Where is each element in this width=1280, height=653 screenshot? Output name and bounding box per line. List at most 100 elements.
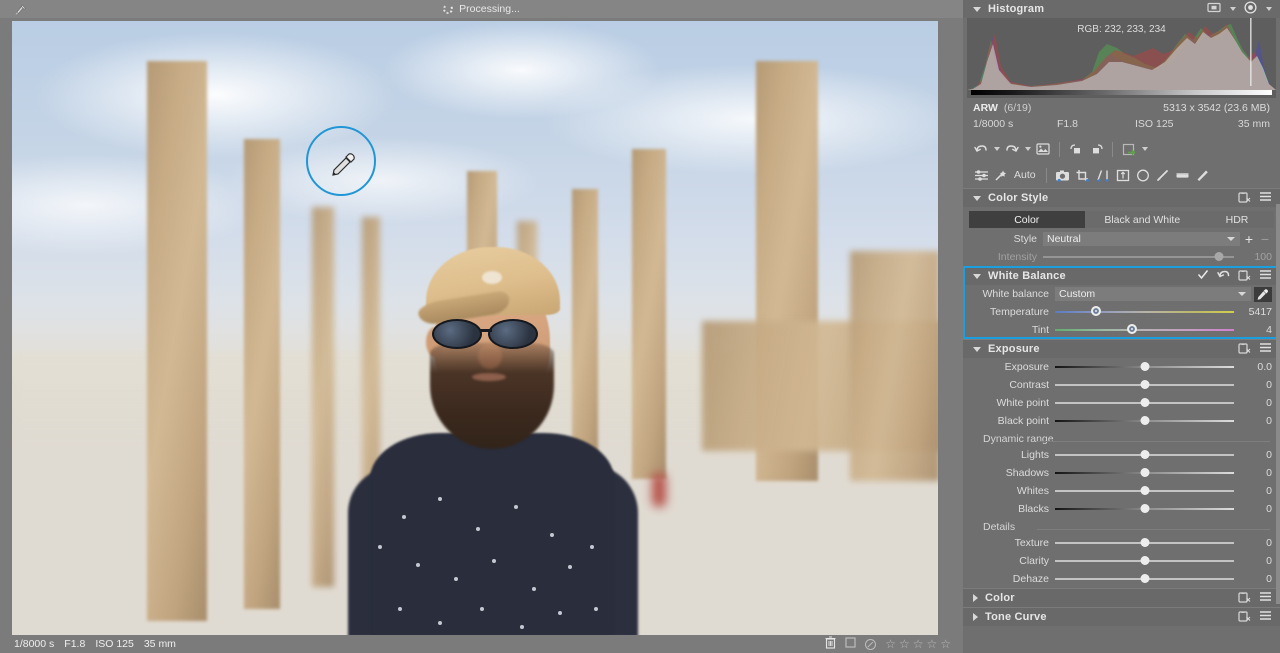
chevron-down-icon[interactable] xyxy=(973,346,981,352)
star-rating[interactable]: ☆ ☆ ☆ ☆ ☆ xyxy=(885,638,951,650)
shadows-slider[interactable] xyxy=(1055,464,1234,482)
color-header[interactable]: Color xyxy=(963,588,1280,607)
whites-slider[interactable] xyxy=(1055,482,1234,500)
intensity-value: 100 xyxy=(1254,251,1272,263)
trash-icon[interactable] xyxy=(825,636,836,652)
star-5[interactable]: ☆ xyxy=(940,638,951,650)
chevron-down-icon[interactable] xyxy=(994,147,1000,151)
auto-label[interactable]: Auto xyxy=(1014,169,1036,181)
copy-settings-icon[interactable] xyxy=(1238,610,1251,625)
white-balance-dropdown[interactable]: Custom xyxy=(1055,287,1251,301)
histogram-graph[interactable]: RGB: 232, 233, 234 xyxy=(967,18,1276,98)
hamburger-menu-icon[interactable] xyxy=(1259,269,1272,283)
lights-value: 0 xyxy=(1266,449,1272,461)
chevron-down-icon[interactable] xyxy=(1025,147,1031,151)
temperature-slider[interactable] xyxy=(1055,303,1234,321)
texture-slider[interactable] xyxy=(1055,534,1234,552)
export-icon[interactable] xyxy=(1121,140,1137,158)
black-point-value: 0 xyxy=(1266,415,1272,427)
star-2[interactable]: ☆ xyxy=(899,638,910,650)
file-index: (6/19) xyxy=(1003,102,1032,114)
intensity-slider[interactable] xyxy=(1043,248,1234,266)
star-4[interactable]: ☆ xyxy=(926,638,937,650)
tab-hdr[interactable]: HDR xyxy=(1200,211,1274,228)
eyedropper-icon[interactable] xyxy=(1254,286,1272,302)
eyedropper-cursor-icon[interactable] xyxy=(306,126,376,196)
tint-slider[interactable] xyxy=(1055,321,1234,339)
lights-slider[interactable] xyxy=(1055,446,1234,464)
clipping-toggle-icon[interactable] xyxy=(1207,2,1221,16)
style-dropdown[interactable]: Neutral xyxy=(1043,232,1240,246)
photo-canvas[interactable] xyxy=(12,21,938,635)
blacks-slider[interactable] xyxy=(1055,500,1234,518)
white-balance-header[interactable]: White Balance xyxy=(963,266,1280,285)
plus-icon[interactable]: + xyxy=(1242,232,1256,246)
healing-brush-icon[interactable] xyxy=(1195,166,1211,184)
pin-icon[interactable] xyxy=(14,3,28,16)
hamburger-menu-icon[interactable] xyxy=(1259,342,1272,356)
tab-black-and-white[interactable]: Black and White xyxy=(1085,211,1201,228)
contrast-slider[interactable] xyxy=(1055,376,1234,394)
star-3[interactable]: ☆ xyxy=(913,638,924,650)
copy-settings-icon[interactable] xyxy=(1238,591,1251,606)
panel-scrollbar[interactable] xyxy=(1276,204,1280,604)
hamburger-menu-icon[interactable] xyxy=(1259,591,1272,605)
exposure-header[interactable]: Exposure xyxy=(963,339,1280,358)
redo-icon[interactable] xyxy=(1004,140,1020,158)
histogram-mode-icon[interactable] xyxy=(1244,1,1257,17)
exposure-slider[interactable] xyxy=(1055,358,1234,376)
processing-label: Processing... xyxy=(459,3,520,15)
color-style-header[interactable]: Color Style xyxy=(963,188,1280,207)
hamburger-menu-icon[interactable] xyxy=(1259,610,1272,624)
copy-settings-icon[interactable] xyxy=(1238,191,1251,206)
histogram-header-icons xyxy=(1207,1,1272,17)
magic-wand-icon[interactable] xyxy=(993,166,1009,184)
copy-adjustments-icon[interactable] xyxy=(1068,140,1084,158)
reset-arrow-icon[interactable] xyxy=(1217,269,1230,284)
white-point-slider[interactable] xyxy=(1055,394,1234,412)
histogram-header[interactable]: Histogram xyxy=(963,0,1280,18)
gradient-mask-icon[interactable] xyxy=(1175,166,1191,184)
chevron-right-icon[interactable] xyxy=(973,594,978,602)
undo-icon[interactable] xyxy=(973,140,989,158)
chevron-down-icon[interactable] xyxy=(973,6,981,12)
star-1[interactable]: ☆ xyxy=(885,638,896,650)
color-title: Color xyxy=(985,592,1015,604)
flag-icon[interactable] xyxy=(845,637,856,651)
tab-color[interactable]: Color xyxy=(969,211,1085,228)
copy-settings-icon[interactable] xyxy=(1238,342,1251,357)
copy-settings-icon[interactable] xyxy=(1238,269,1251,284)
minus-icon[interactable]: − xyxy=(1258,232,1272,246)
chevron-down-icon[interactable] xyxy=(1238,292,1246,296)
brush-mask-icon[interactable] xyxy=(1155,166,1171,184)
chevron-down-icon[interactable] xyxy=(973,195,981,201)
white-balance-value: Custom xyxy=(1059,288,1096,300)
hamburger-menu-icon[interactable] xyxy=(1259,191,1272,205)
image-viewport[interactable] xyxy=(0,18,963,635)
chevron-down-icon[interactable] xyxy=(1230,7,1236,11)
clarity-slider-row: Clarity 0 xyxy=(963,552,1280,570)
reject-icon[interactable] xyxy=(865,638,877,650)
dehaze-slider[interactable] xyxy=(1055,570,1234,588)
black-point-slider[interactable] xyxy=(1055,412,1234,430)
chevron-down-icon[interactable] xyxy=(1142,147,1148,151)
chevron-down-icon[interactable] xyxy=(1227,237,1235,241)
chevron-right-icon[interactable] xyxy=(973,613,978,621)
paste-adjustments-icon[interactable] xyxy=(1088,140,1104,158)
radial-mask-icon[interactable] xyxy=(1135,166,1151,184)
histogram-curves xyxy=(967,18,1276,90)
rotate-straighten-icon[interactable] xyxy=(1095,166,1111,184)
reset-image-icon[interactable] xyxy=(1035,140,1051,158)
chevron-down-icon[interactable] xyxy=(1266,7,1272,11)
tone-curve-header[interactable]: Tone Curve xyxy=(963,607,1280,626)
exposure-title: Exposure xyxy=(988,343,1040,355)
chevron-down-icon[interactable] xyxy=(973,273,981,279)
clarity-slider[interactable] xyxy=(1055,552,1234,570)
color-style-tabs[interactable]: Color Black and White HDR xyxy=(969,211,1274,228)
perspective-icon[interactable] xyxy=(1115,166,1131,184)
camera-presets-icon[interactable] xyxy=(1055,166,1071,184)
history-toolbar xyxy=(963,136,1280,162)
crop-icon[interactable] xyxy=(1075,166,1091,184)
checkmark-icon[interactable] xyxy=(1197,269,1209,283)
adjustments-sliders-icon[interactable] xyxy=(973,166,989,184)
